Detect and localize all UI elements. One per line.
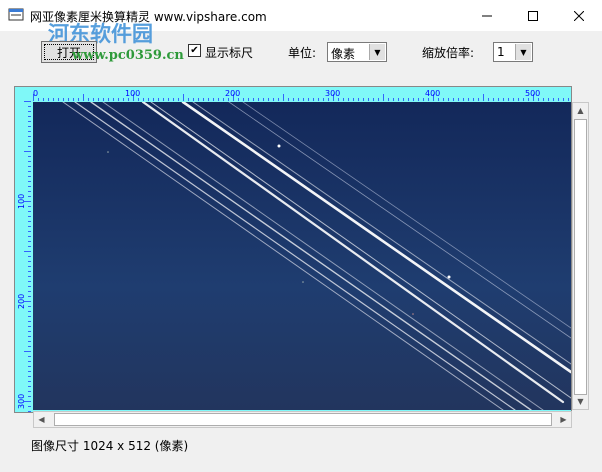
image-size-status: 图像尺寸 1024 x 512 (像素) [31,439,189,453]
close-icon [574,10,584,21]
ruler-left-label: 300 [17,394,26,409]
unit-select-value: 像素 [331,47,356,61]
show-ruler-label: 显示标尺 [205,46,254,60]
horizontal-scrollbar[interactable]: ◀ ▶ [33,411,572,428]
minimize-icon [482,15,492,16]
scroll-left-icon[interactable]: ◀ [34,412,49,427]
maximize-icon [528,10,538,21]
minimize-button[interactable] [464,0,510,31]
scroll-right-icon[interactable]: ▶ [556,412,571,427]
scroll-up-icon[interactable]: ▲ [573,103,588,118]
unit-label: 单位: [288,46,317,60]
chevron-down-icon: ▼ [369,44,385,60]
zoom-select-value: 1 [497,45,505,59]
ruler-top-label: 400 [425,89,440,98]
ruler-top-label: 500 [525,89,540,98]
scroll-down-icon[interactable]: ▼ [573,394,588,409]
zoom-select[interactable]: 1 ▼ [493,42,533,62]
ruler-top-label: 100 [125,89,140,98]
vertical-scroll-thumb[interactable] [574,119,587,395]
watermark-url: www.pc0359.cn [72,48,184,63]
app-icon [8,8,24,21]
ruler-top-label: 200 [225,89,240,98]
vertical-scrollbar[interactable]: ▲ ▼ [572,102,589,410]
horizontal-scroll-thumb[interactable] [54,413,552,426]
preview-image [33,102,571,410]
ruler-top: 0 100 200 300 400 500 [33,89,569,101]
maximize-button[interactable] [510,0,556,31]
ruler-left-label: 200 [17,294,26,309]
ruler-top-label: 0 [33,89,38,98]
chevron-down-icon: ▼ [515,44,531,60]
ruler-left: 100 200 300 [17,101,31,412]
ruler-left-label: 100 [17,194,26,209]
show-ruler-checkbox[interactable]: ✔ [188,44,201,57]
zoom-label: 缩放倍率: [422,46,475,60]
ruler-top-label: 300 [325,89,340,98]
unit-select[interactable]: 像素 ▼ [327,42,387,62]
close-button[interactable] [556,0,602,31]
